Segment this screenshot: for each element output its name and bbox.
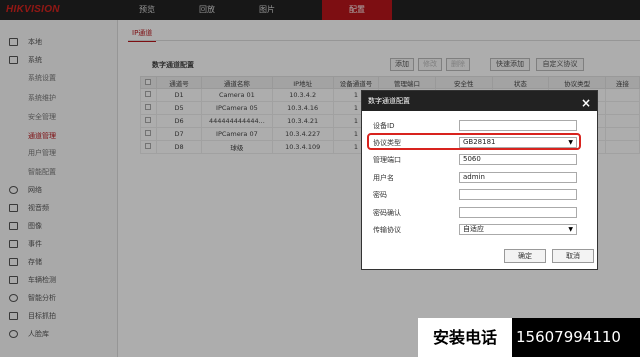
device-id-label: 设备ID	[373, 122, 395, 130]
port-label: 管理端口	[373, 156, 401, 164]
channel-config-dialog: 数字通道配置 × 设备ID 协议类型 GB28181 ▼ 管理端口 5060 用户…	[361, 90, 598, 270]
password-label: 密码	[373, 191, 387, 199]
device-id-field[interactable]	[459, 120, 577, 131]
transport-label: 传输协议	[373, 226, 401, 234]
transport-value: 自适应	[463, 225, 484, 233]
confirm-password-field[interactable]	[459, 207, 577, 218]
cancel-button[interactable]: 取消	[552, 249, 594, 263]
protocol-value: GB28181	[463, 138, 496, 146]
confirm-password-label: 密码确认	[373, 209, 401, 217]
username-field[interactable]: admin	[459, 172, 577, 183]
dropdown-arrow-icon: ▼	[568, 139, 573, 146]
ok-button[interactable]: 确定	[504, 249, 546, 263]
close-icon[interactable]: ×	[581, 93, 591, 113]
dropdown-arrow-icon: ▼	[568, 226, 573, 233]
transport-select[interactable]: 自适应 ▼	[459, 224, 577, 235]
password-field[interactable]	[459, 189, 577, 200]
dialog-header: 数字通道配置 ×	[362, 91, 597, 111]
install-phone-banner: 安装电话 15607994110	[418, 318, 640, 357]
username-label: 用户名	[373, 174, 394, 182]
port-field[interactable]: 5060	[459, 154, 577, 165]
protocol-select[interactable]: GB28181 ▼	[459, 137, 577, 148]
banner-phone: 15607994110	[516, 328, 621, 346]
banner-label: 安装电话	[418, 318, 512, 357]
dialog-title: 数字通道配置	[368, 97, 410, 105]
protocol-label: 协议类型	[373, 139, 401, 147]
